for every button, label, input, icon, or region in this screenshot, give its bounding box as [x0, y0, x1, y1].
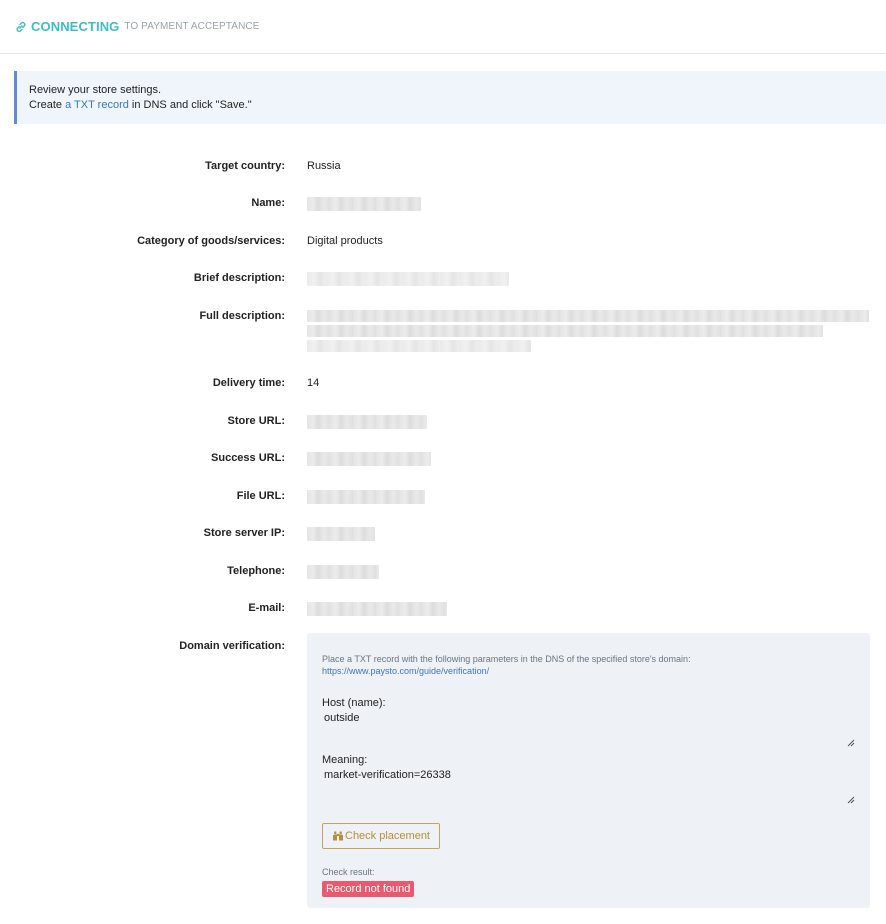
check-result-badge: Record not found: [322, 881, 415, 897]
delivery-time-label: Delivery time:: [212, 377, 285, 389]
success-url-label: Success URL:: [211, 452, 285, 464]
target-country-value: Russia: [307, 160, 341, 172]
check-placement-label: Check placement: [345, 830, 430, 842]
link-icon: [14, 20, 28, 34]
page-title: CONNECTING: [31, 19, 120, 34]
binoculars-icon: [332, 830, 344, 842]
meaning-value: market-verification=26338: [324, 769, 451, 781]
host-value: outside: [324, 712, 360, 724]
telephone-label: Telephone:: [227, 565, 285, 577]
email-label: E-mail:: [248, 602, 285, 614]
domain-verification-panel: Place a TXT record with the following pa…: [307, 633, 870, 908]
notice-line-2: Create a TXT record in DNS and click "Sa…: [29, 98, 874, 113]
txt-record-link[interactable]: a TXT record: [65, 99, 129, 111]
store-url-label: Store URL:: [227, 415, 285, 427]
page-header: CONNECTING TO PAYMENT ACCEPTANCE: [0, 0, 886, 54]
meaning-label: Meaning:: [322, 754, 368, 766]
store-server-ip-label: Store server IP:: [203, 527, 285, 539]
host-label: Host (name):: [322, 697, 386, 709]
brief-description-label: Brief description:: [193, 272, 285, 284]
page-subtitle: TO PAYMENT ACCEPTANCE: [124, 21, 260, 32]
delivery-time-value: 14: [307, 377, 320, 389]
full-description-label: Full description:: [199, 310, 285, 322]
domain-verification-label: Domain verification:: [179, 640, 285, 652]
verification-guide-link[interactable]: https://www.paysto.com/guide/verificatio…: [322, 666, 489, 676]
full-description-value-redacted: [307, 310, 869, 352]
file-url-value-redacted: [307, 490, 425, 507]
notice-line-1: Review your store settings.: [29, 84, 162, 96]
meaning-textarea[interactable]: market-verification=26338: [322, 769, 855, 804]
resize-handle-icon[interactable]: [847, 795, 855, 804]
name-label: Name:: [251, 197, 285, 209]
file-url-label: File URL:: [236, 490, 285, 502]
notice-prefix: Create: [29, 99, 66, 111]
store-server-ip-value-redacted: [307, 527, 375, 544]
host-textarea[interactable]: outside: [322, 712, 855, 747]
resize-handle-icon[interactable]: [847, 738, 855, 747]
success-url-value-redacted: [307, 452, 431, 469]
name-value-redacted: [307, 197, 421, 214]
brief-description-value-redacted: [307, 272, 509, 289]
category-value: Digital products: [307, 235, 383, 247]
verification-hint-text: Place a TXT record with the following pa…: [322, 654, 691, 664]
email-value-redacted: [307, 602, 447, 619]
verification-hint: Place a TXT record with the following pa…: [322, 653, 855, 677]
target-country-label: Target country:: [205, 160, 285, 172]
check-result-label: Check result:: [322, 867, 375, 877]
notice-suffix: in DNS and click "Save.": [128, 99, 252, 111]
info-notice: Review your store settings. Create a TXT…: [14, 71, 886, 124]
store-url-value-redacted: [307, 415, 427, 432]
telephone-value-redacted: [307, 565, 379, 582]
check-placement-button[interactable]: Check placement: [322, 823, 440, 849]
category-label: Category of goods/services:: [137, 235, 285, 247]
